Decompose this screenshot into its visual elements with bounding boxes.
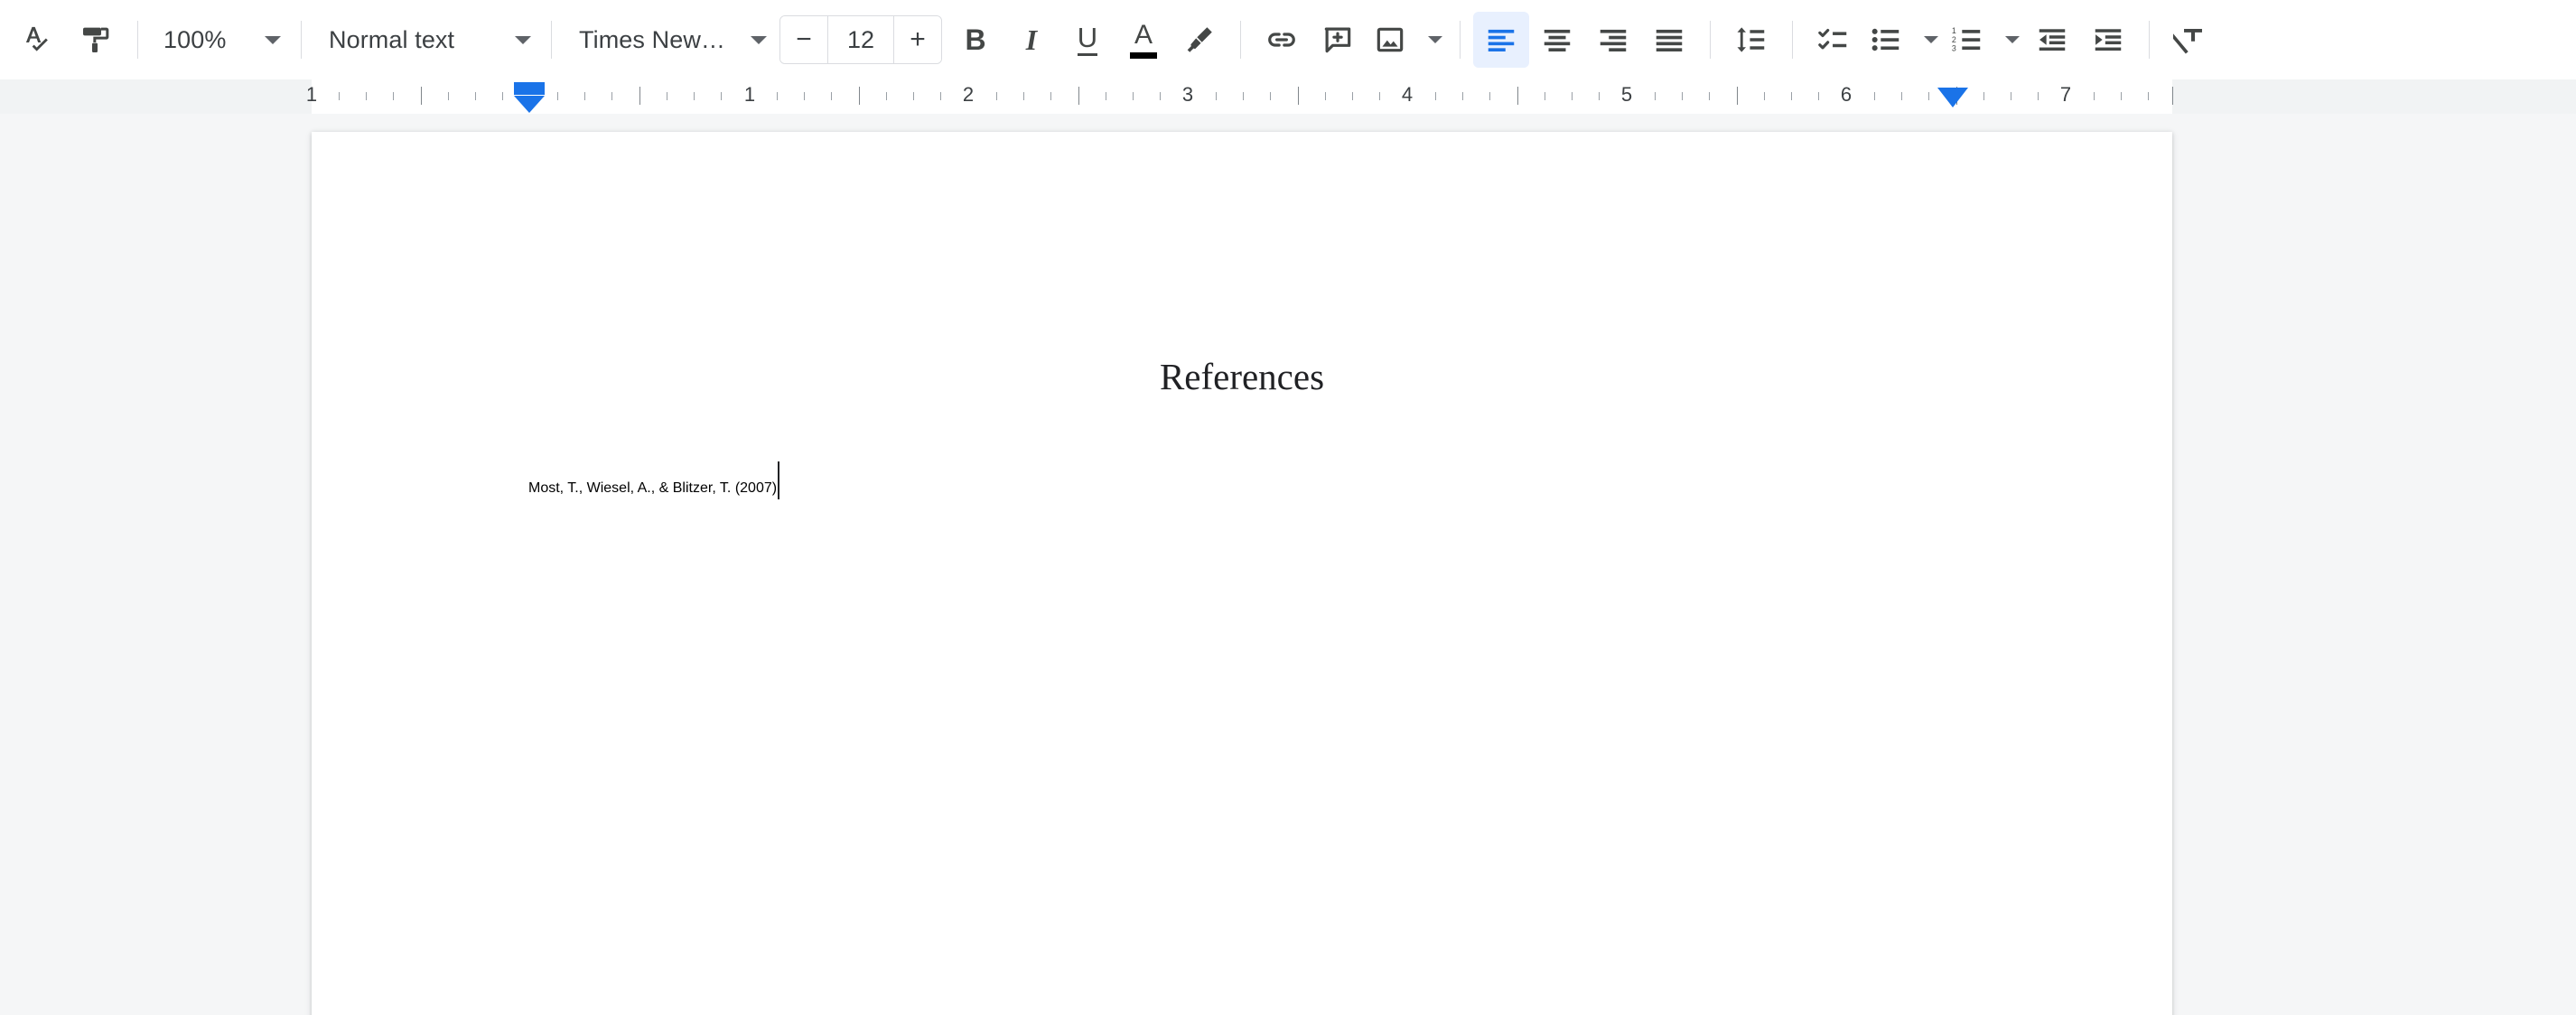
document-body[interactable]: References Most, T., Wiesel, A., & Blitz… <box>528 132 1955 500</box>
ruler-number: 7 <box>2059 83 2072 106</box>
text-color-swatch <box>1130 51 1157 59</box>
add-comment-button[interactable] <box>1310 12 1366 68</box>
toolbar: 100% Normal text Times New… − 12 + B I U… <box>0 0 2576 79</box>
align-justify-icon <box>1656 29 1683 51</box>
zoom-dropdown[interactable]: 100% <box>151 12 288 68</box>
svg-text:3: 3 <box>1952 44 1956 53</box>
highlighter-icon <box>1187 27 1212 52</box>
ruler-number: 1 <box>743 83 756 106</box>
italic-icon: I <box>1025 23 1038 56</box>
right-indent-handle[interactable] <box>1937 88 1968 107</box>
chevron-down-icon <box>2005 36 2020 43</box>
bulleted-list-icon <box>1871 28 1899 51</box>
ruler[interactable]: 1 1 2 3 4 5 6 7 <box>0 79 2576 114</box>
bold-button[interactable]: B <box>947 12 1003 68</box>
chevron-down-icon <box>1428 36 1442 43</box>
clear-formatting-icon <box>2173 28 2202 54</box>
checklist-icon <box>1818 28 1847 50</box>
chevron-down-icon <box>265 35 281 44</box>
toolbar-divider <box>1792 21 1793 59</box>
ruler-page-area <box>312 79 2172 114</box>
numbered-list-button[interactable]: 1 2 3 <box>1943 12 1992 68</box>
paint-format-button[interactable] <box>69 12 125 68</box>
toolbar-divider <box>551 21 552 59</box>
ruler-number: 3 <box>1181 83 1194 106</box>
align-right-icon <box>1600 29 1627 51</box>
image-icon <box>1377 27 1404 52</box>
bold-icon: B <box>965 23 986 56</box>
text-color-button[interactable]: A <box>1115 12 1171 68</box>
align-center-button[interactable] <box>1529 12 1585 68</box>
decrease-font-size-button[interactable]: − <box>780 16 827 63</box>
text-color-letter: A <box>1134 19 1153 50</box>
link-icon <box>1268 33 1295 47</box>
line-spacing-icon <box>1737 27 1765 52</box>
align-center-icon <box>1544 29 1571 51</box>
document-canvas[interactable]: References Most, T., Wiesel, A., & Blitz… <box>0 114 2576 1015</box>
font-family-value: Times New… <box>579 25 726 53</box>
insert-image-button[interactable] <box>1366 12 1414 68</box>
numbered-list-dropdown[interactable] <box>1992 12 2024 68</box>
ruler-number: 5 <box>1620 83 1633 106</box>
bulleted-list-button[interactable] <box>1862 12 1910 68</box>
references-heading: References <box>1159 356 1325 397</box>
document-page[interactable]: References Most, T., Wiesel, A., & Blitz… <box>312 132 2172 1015</box>
align-right-button[interactable] <box>1585 12 1641 68</box>
reference-paragraph[interactable]: Most, T., Wiesel, A., & Blitzer, T. (200… <box>528 461 780 500</box>
ruler-number: 2 <box>962 83 975 106</box>
toolbar-divider <box>1710 21 1711 59</box>
chevron-down-icon <box>1924 36 1938 43</box>
align-left-icon <box>1488 29 1515 51</box>
spellcheck-icon <box>25 26 48 51</box>
font-size-stepper[interactable]: − 12 + <box>779 15 942 64</box>
toolbar-divider <box>301 21 302 59</box>
chevron-down-icon <box>515 35 531 44</box>
underline-icon: U <box>1077 23 1098 56</box>
spellcheck-button[interactable] <box>13 12 69 68</box>
italic-button[interactable]: I <box>1003 12 1059 68</box>
ruler-number: 1 <box>305 83 318 106</box>
align-left-button[interactable] <box>1473 12 1529 68</box>
chevron-down-icon <box>751 35 767 44</box>
numbered-list-icon: 1 2 3 <box>1952 26 1981 53</box>
font-size-input[interactable]: 12 <box>828 16 893 63</box>
text-color-icon: A <box>1130 19 1157 59</box>
paint-format-icon <box>83 27 109 52</box>
line-spacing-button[interactable] <box>1723 12 1779 68</box>
zoom-value: 100% <box>163 25 227 53</box>
svg-text:1: 1 <box>1952 26 1956 35</box>
paragraph-style-dropdown[interactable]: Normal text <box>314 12 538 68</box>
reference-text: Most, T., Wiesel, A., & Blitzer, T. (200… <box>528 480 778 497</box>
toolbar-divider <box>2149 21 2150 59</box>
increase-font-size-button[interactable]: + <box>894 16 941 63</box>
highlight-color-button[interactable] <box>1171 12 1227 68</box>
add-comment-icon <box>1324 27 1351 53</box>
bulleted-list-dropdown[interactable] <box>1910 12 1943 68</box>
clear-formatting-button[interactable] <box>2162 12 2218 68</box>
insert-image-dropdown[interactable] <box>1414 12 1447 68</box>
underline-button[interactable]: U <box>1059 12 1115 68</box>
font-family-dropdown[interactable]: Times New… <box>565 12 774 68</box>
increase-indent-button[interactable] <box>2080 12 2136 68</box>
svg-text:2: 2 <box>1952 35 1956 44</box>
paragraph-style-value: Normal text <box>329 25 455 53</box>
ruler-number: 4 <box>1401 83 1414 106</box>
text-caret <box>778 461 780 500</box>
align-justify-button[interactable] <box>1641 12 1697 68</box>
decrease-indent-button[interactable] <box>2024 12 2080 68</box>
insert-link-button[interactable] <box>1254 12 1310 68</box>
left-indent-handle[interactable] <box>514 96 545 113</box>
first-line-indent-handle[interactable] <box>514 82 545 95</box>
increase-indent-icon <box>2095 29 2122 51</box>
toolbar-divider <box>137 21 138 59</box>
toolbar-divider <box>1240 21 1241 59</box>
checklist-button[interactable] <box>1806 12 1862 68</box>
ruler-number: 6 <box>1840 83 1853 106</box>
decrease-indent-icon <box>2039 29 2066 51</box>
toolbar-divider <box>1460 21 1461 59</box>
